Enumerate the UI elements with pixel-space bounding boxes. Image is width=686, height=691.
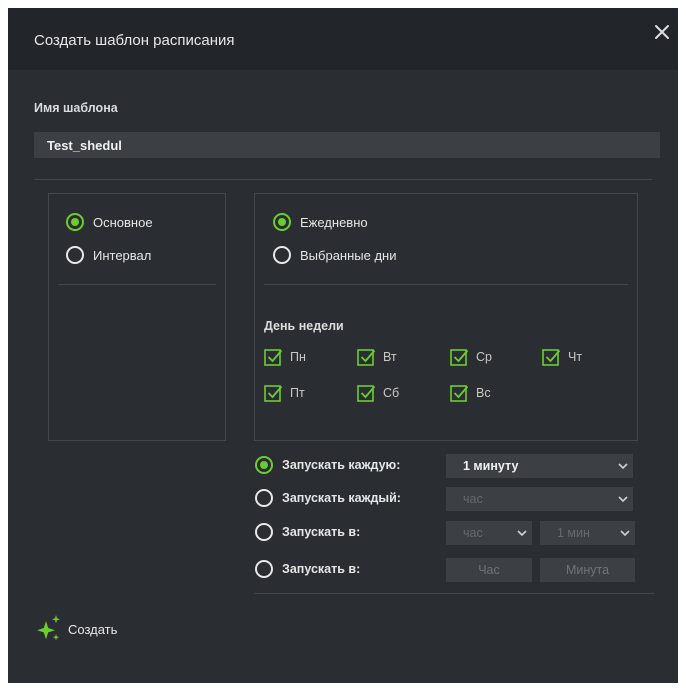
radio-checked-icon	[66, 213, 84, 231]
chevron-down-icon	[613, 487, 633, 511]
create-button[interactable]: Создать	[36, 614, 117, 645]
run-option-4-label: Запускать в:	[282, 562, 361, 576]
hour-period-select-value: час	[463, 492, 483, 506]
checkbox-thu-label: Чт	[568, 350, 583, 364]
template-name-label: Имя шаблона	[34, 101, 118, 115]
checkbox-checked-icon	[357, 385, 376, 402]
radio-unchecked-icon	[255, 523, 273, 541]
template-name-input[interactable]	[34, 132, 660, 158]
chevron-down-icon	[615, 521, 635, 545]
radio-run-every-hour[interactable]: Запускать каждый:	[255, 489, 401, 507]
checkbox-tue-label: Вт	[383, 350, 397, 364]
checkbox-checked-icon	[357, 349, 376, 366]
radio-selected-days[interactable]: Выбранные дни	[273, 246, 397, 264]
radio-unchecked-icon	[66, 246, 84, 264]
chevron-down-icon	[613, 454, 633, 478]
checkbox-fri[interactable]: Пт	[264, 384, 305, 402]
radio-run-at-select[interactable]: Запускать в:	[255, 523, 360, 541]
hour-select-value: час	[463, 526, 483, 540]
checkbox-wed-label: Ср	[476, 350, 492, 364]
run-option-3-label: Запускать в:	[282, 525, 361, 539]
run-option-2-label: Запускать каждый:	[282, 491, 401, 505]
divider-right	[264, 284, 628, 285]
close-icon[interactable]	[650, 20, 674, 44]
sparkle-icon	[36, 614, 62, 645]
checkbox-wed[interactable]: Ср	[450, 348, 492, 366]
interval-select-value: 1 минуту	[463, 459, 519, 473]
radio-checked-icon	[255, 456, 273, 474]
divider-left	[58, 284, 216, 285]
radio-basic-label: Основное	[93, 214, 153, 230]
weekday-label: День недели	[264, 319, 344, 333]
checkbox-tue[interactable]: Вт	[357, 348, 397, 366]
radio-interval[interactable]: Интервал	[66, 246, 151, 264]
run-option-1-label: Запускать каждую:	[282, 458, 401, 472]
checkbox-mon[interactable]: Пн	[264, 348, 306, 366]
radio-basic[interactable]: Основное	[66, 213, 153, 231]
minute-select-value: 1 мин	[557, 526, 590, 540]
hour-input[interactable]	[446, 558, 532, 582]
checkbox-thu[interactable]: Чт	[542, 348, 582, 366]
checkbox-checked-icon	[450, 385, 469, 402]
checkbox-sat[interactable]: Сб	[357, 384, 399, 402]
radio-interval-label: Интервал	[93, 247, 152, 263]
checkbox-checked-icon	[264, 385, 283, 402]
schedule-template-dialog: Создать шаблон расписания Имя шаблона Ос…	[8, 8, 678, 683]
dialog-title: Создать шаблон расписания	[34, 32, 235, 49]
checkbox-checked-icon	[450, 349, 469, 366]
checkbox-sat-label: Сб	[383, 386, 400, 400]
divider-bottom	[254, 593, 654, 594]
radio-daily-label: Ежедневно	[300, 214, 368, 230]
checkbox-fri-label: Пт	[290, 386, 305, 400]
minute-select[interactable]: 1 мин	[540, 521, 635, 545]
checkbox-sun-label: Вс	[476, 386, 491, 400]
checkbox-checked-icon	[264, 349, 283, 366]
radio-daily[interactable]: Ежедневно	[273, 213, 368, 231]
dialog-header: Создать шаблон расписания	[8, 8, 678, 70]
radio-unchecked-icon	[255, 489, 273, 507]
radio-run-at-input[interactable]: Запускать в:	[255, 560, 360, 578]
radio-unchecked-icon	[255, 560, 273, 578]
checkbox-checked-icon	[542, 349, 561, 366]
interval-select[interactable]: 1 минуту	[446, 454, 633, 478]
chevron-down-icon	[512, 521, 532, 545]
radio-unchecked-icon	[273, 246, 291, 264]
hour-select[interactable]: час	[446, 521, 532, 545]
hour-period-select[interactable]: час	[446, 487, 633, 511]
radio-selected-days-label: Выбранные дни	[300, 247, 397, 263]
radio-checked-icon	[273, 213, 291, 231]
checkbox-mon-label: Пн	[290, 350, 306, 364]
create-button-label: Создать	[68, 622, 118, 637]
radio-run-every-minute[interactable]: Запускать каждую:	[255, 456, 400, 474]
divider-top	[34, 179, 652, 180]
minute-input[interactable]	[540, 558, 635, 582]
checkbox-sun[interactable]: Вс	[450, 384, 491, 402]
